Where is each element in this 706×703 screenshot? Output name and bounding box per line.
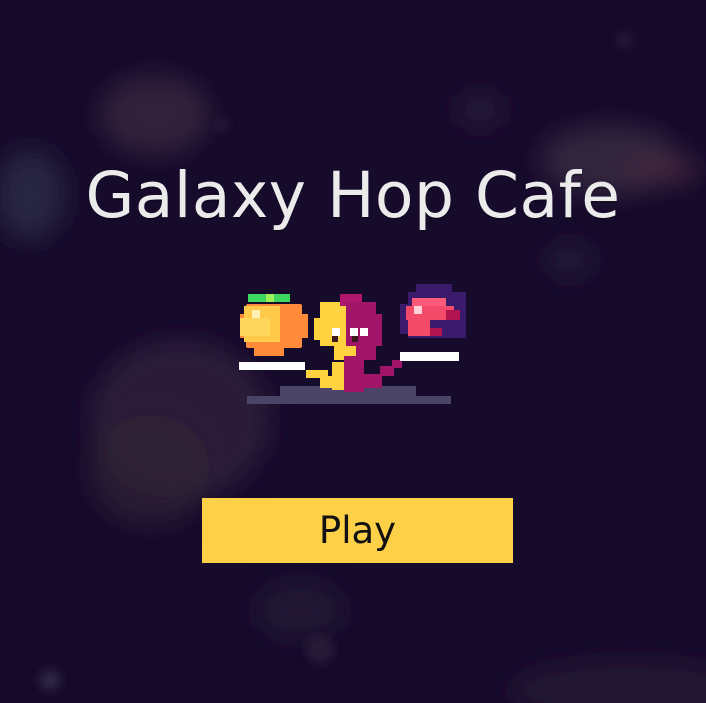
orange-fruit-icon [239,294,308,370]
counter-base [247,396,451,404]
red-bird-icon [400,284,466,361]
game-title: Galaxy Hop Cafe [85,159,621,232]
yellow-purple-blob-character-icon [306,294,402,392]
cafe-characters-pixel-art [239,284,466,404]
play-button[interactable]: Play [202,498,513,563]
title-screen: Galaxy Hop Cafe Play [0,0,706,703]
